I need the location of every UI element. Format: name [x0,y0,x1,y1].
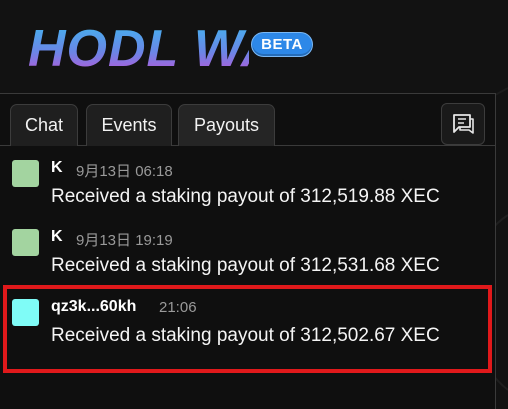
message-username[interactable]: K [51,228,63,246]
app-logo[interactable]: HODL WARS [24,6,249,84]
list-item: K 9月13日 19:19 Received a staking payout … [0,226,496,296]
list-item: K 9月13日 06:18 Received a staking payout … [0,157,496,227]
message-timestamp: 9月13日 06:18 [76,163,173,180]
panel-tabs: Chat Events Payouts [0,94,496,146]
message-username[interactable]: qz3k...60kh [51,298,136,316]
beta-badge: BETA [251,32,313,57]
app-header: HODL WARS BETA [0,0,508,92]
avatar [12,160,39,187]
message-timestamp: 21:06 [159,299,197,316]
list-item: qz3k...60kh 21:06 Received a staking pay… [0,296,496,366]
chat-bubble-icon [453,114,474,134]
message-text: Received a staking payout of 312,531.68 … [51,255,440,276]
avatar [12,299,39,326]
message-username[interactable]: K [51,159,63,177]
tab-payouts[interactable]: Payouts [178,104,275,146]
app-title: HODL WARS [28,20,249,78]
message-text: Received a staking payout of 312,519.88 … [51,186,440,207]
message-timestamp: 9月13日 19:19 [76,232,173,249]
tab-chat[interactable]: Chat [10,104,78,146]
message-text: Received a staking payout of 312,502.67 … [51,325,440,346]
tab-events[interactable]: Events [86,104,172,146]
page: HODL WARS BETA Chat Events Payouts K 9月1… [0,0,508,409]
avatar [12,229,39,256]
chat-toggle-button[interactable] [441,103,485,145]
